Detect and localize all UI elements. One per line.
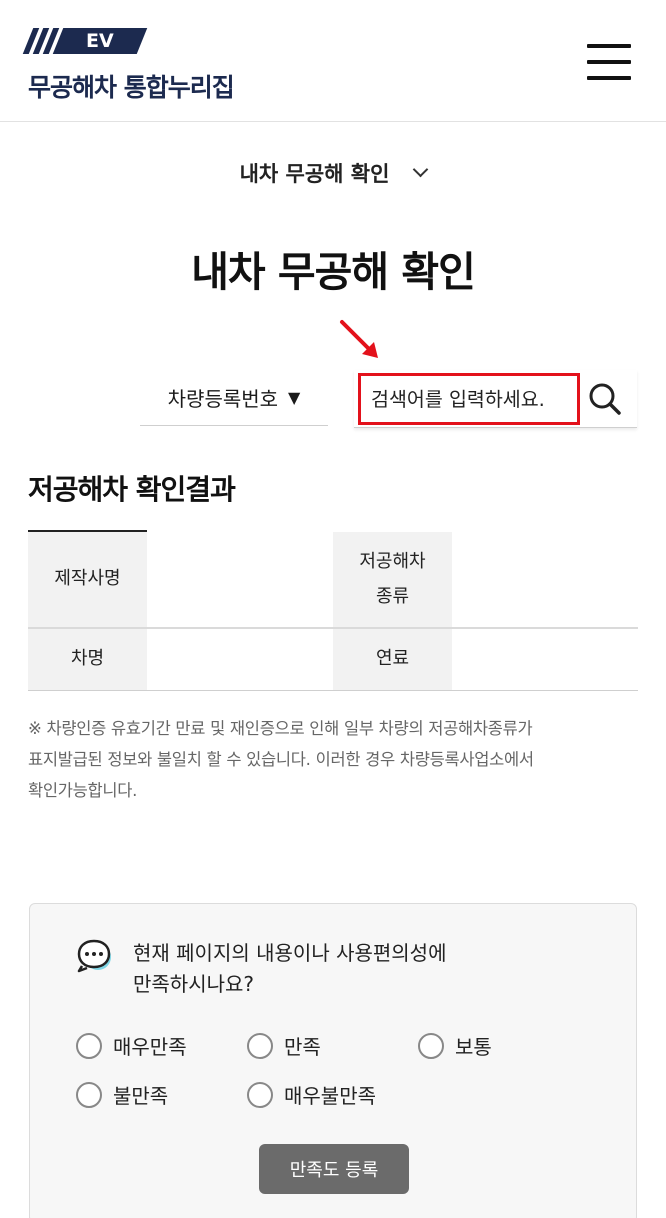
table-header-manufacturer: 제작사명 (28, 532, 147, 627)
radio-satisfied[interactable]: 만족 (247, 1031, 321, 1060)
notice-text: ※ 차량인증 유효기간 만료 및 재인증으로 인해 일부 차량의 저공해차종류가… (28, 719, 534, 800)
radio-neutral[interactable]: 보통 (418, 1031, 492, 1060)
table-value-manufacturer (147, 532, 331, 627)
result-title: 저공해차 확인결과 (28, 473, 236, 506)
table-value-fuel (454, 629, 638, 690)
triangle-down-icon: ▼ (288, 388, 301, 407)
section-dropdown[interactable]: 내차 무공해 확인 (0, 158, 666, 188)
table-value-car-name (147, 629, 331, 690)
logo-badge: EV (86, 30, 114, 52)
chevron-down-icon (413, 161, 429, 178)
radio-circle-icon (76, 1081, 102, 1108)
section-dropdown-label: 내차 무공해 확인 (239, 162, 390, 186)
radio-circle-icon (247, 1081, 273, 1108)
page-title: 내차 무공해 확인 (191, 248, 476, 296)
ev-logo-mark: EV (22, 28, 234, 54)
radio-circle-icon (418, 1032, 444, 1059)
radio-very-dissatisfied[interactable]: 매우불만족 (247, 1080, 376, 1109)
logo-text: 무공해차 통합누리집 (28, 73, 235, 102)
red-arrow-annotation (340, 320, 378, 358)
table-value-low-emission-type (454, 532, 638, 627)
radio-circle-icon (76, 1032, 102, 1059)
satisfaction-survey: 현재 페이지의 내용이나 사용편의성에 만족하시나요? 매우만족 만족 보통 불… (29, 903, 637, 1218)
table-header-fuel: 연료 (333, 629, 452, 690)
search-type-select[interactable]: 차량등록번호 ▼ (140, 370, 328, 426)
site-header: EV 무공해차 통합누리집 (0, 0, 666, 122)
radio-very-satisfied[interactable]: 매우만족 (76, 1031, 187, 1060)
site-logo[interactable]: EV 무공해차 통합누리집 (22, 28, 235, 104)
chat-bubble-icon (77, 939, 111, 973)
radio-dissatisfied[interactable]: 불만족 (76, 1080, 168, 1109)
hamburger-menu-icon[interactable] (587, 44, 631, 80)
radio-circle-icon (247, 1032, 273, 1059)
search-icon[interactable] (586, 380, 624, 418)
logo-stripes-icon (22, 28, 60, 54)
search-box (354, 370, 637, 428)
table-header-car-name: 차명 (28, 629, 147, 690)
search-type-label: 차량등록번호 (167, 387, 279, 411)
table-header-low-emission-type: 저공해차 종류 (333, 532, 452, 627)
result-table: 제작사명 저공해차 종류 차명 연료 (28, 530, 638, 691)
search-input[interactable] (358, 373, 580, 425)
survey-question: 현재 페이지의 내용이나 사용편의성에 만족하시나요? (133, 941, 447, 996)
submit-satisfaction-button[interactable]: 만족도 등록 (259, 1144, 409, 1194)
